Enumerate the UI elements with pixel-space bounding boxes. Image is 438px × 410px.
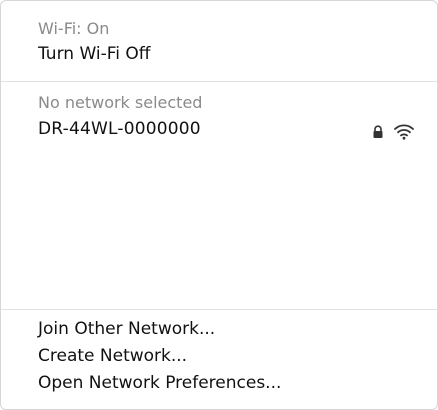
network-selection-status: No network selected [38,93,203,112]
menu-divider [1,309,437,310]
lock-icon [373,125,383,138]
join-other-network-item[interactable]: Join Other Network... [38,319,215,339]
turn-wifi-off-item[interactable]: Turn Wi-Fi Off [38,44,151,64]
open-network-preferences-item[interactable]: Open Network Preferences... [38,373,281,393]
menu-divider [1,81,437,82]
wifi-signal-icon [394,124,414,140]
network-item[interactable]: DR-44WL-0000000 [1,117,437,145]
network-name: DR-44WL-0000000 [38,119,201,139]
wifi-status-label: Wi-Fi: On [38,19,110,38]
create-network-item[interactable]: Create Network... [38,346,187,366]
wifi-menu: Wi-Fi: On Turn Wi-Fi Off No network sele… [0,0,438,410]
